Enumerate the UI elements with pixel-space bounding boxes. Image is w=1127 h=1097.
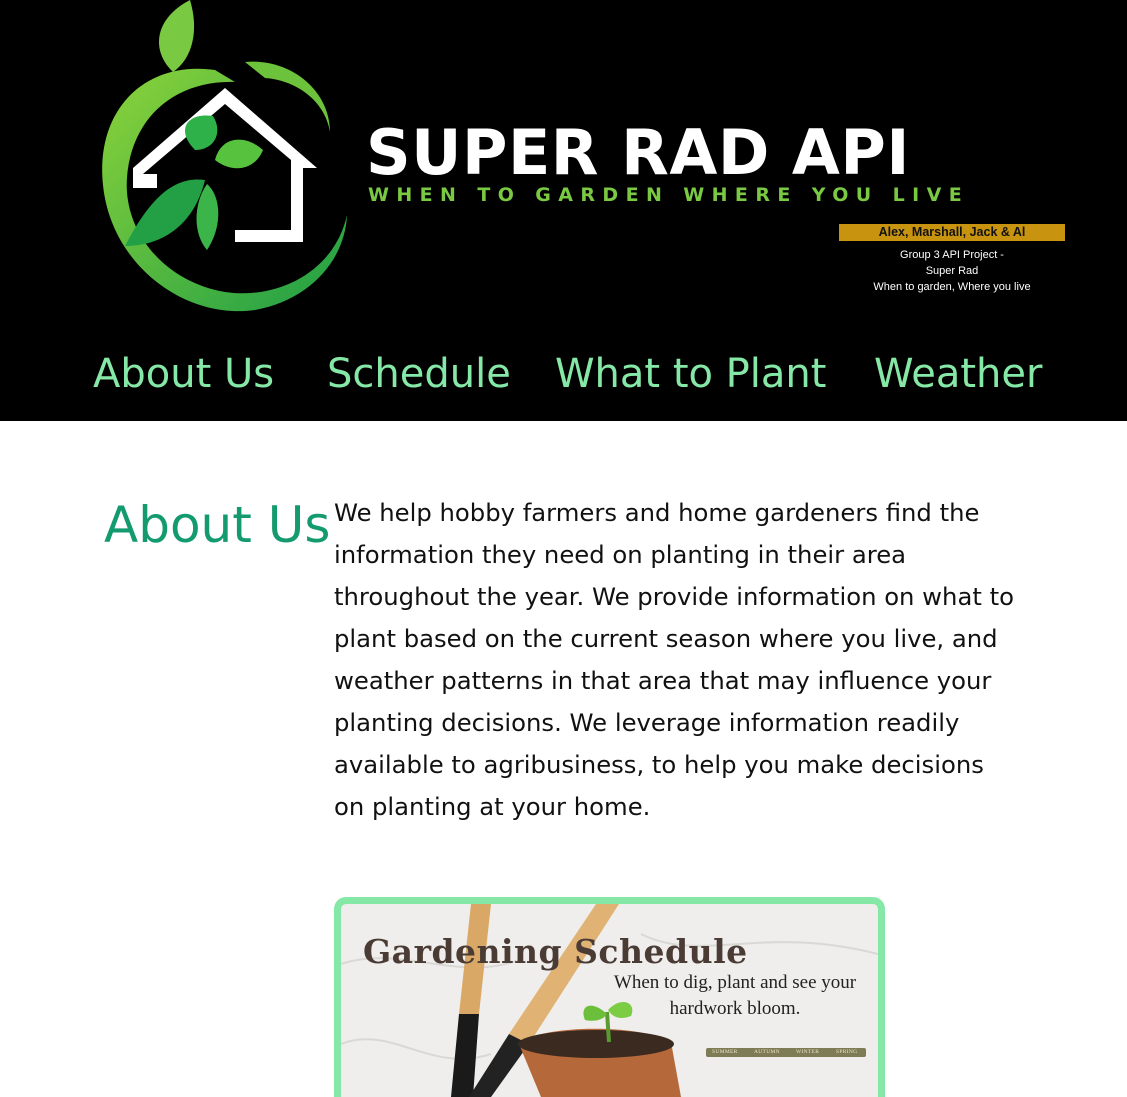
- season-label: WINTER: [796, 1049, 820, 1055]
- project-info-line: Super Rad: [925, 265, 979, 277]
- schedule-card-title: Gardening Schedule: [363, 932, 748, 971]
- season-label: AUTUMN: [754, 1049, 780, 1055]
- team-badge: Alex, Marshall, Jack & Al: [839, 224, 1065, 241]
- season-bar: SUMMER AUTUMN WINTER SPRING: [706, 1048, 866, 1057]
- nav-link-about-us[interactable]: About Us: [93, 345, 274, 403]
- nav-link-weather[interactable]: Weather: [874, 345, 1042, 403]
- nav-link-schedule[interactable]: Schedule: [327, 345, 511, 403]
- house-sprout-logo-icon[interactable]: [95, 0, 355, 320]
- project-info-line: When to garden, Where you live: [873, 281, 1031, 293]
- brand-tagline: WHEN TO GARDEN WHERE YOU LIVE: [368, 184, 970, 206]
- about-heading: About Us: [104, 496, 331, 554]
- about-description: We help hobby farmers and home gardeners…: [334, 498, 1014, 821]
- brand-title: SUPER RAD API: [366, 116, 910, 189]
- site-header: SUPER RAD API WHEN TO GARDEN WHERE YOU L…: [0, 0, 1127, 421]
- season-label: SPRING: [836, 1049, 858, 1055]
- project-info-line: Group 3 API Project -: [900, 249, 1004, 261]
- gardening-schedule-image: Gardening Schedule When to dig, plant an…: [334, 897, 885, 1097]
- project-info: Group 3 API Project - Super Rad When to …: [840, 247, 1064, 295]
- main-nav: About Us Schedule What to Plant Weather: [0, 345, 1127, 405]
- season-label: SUMMER: [712, 1049, 738, 1055]
- schedule-card-subtitle: When to dig, plant and see your hardwork…: [613, 972, 857, 1019]
- nav-link-what-to-plant[interactable]: What to Plant: [555, 345, 826, 403]
